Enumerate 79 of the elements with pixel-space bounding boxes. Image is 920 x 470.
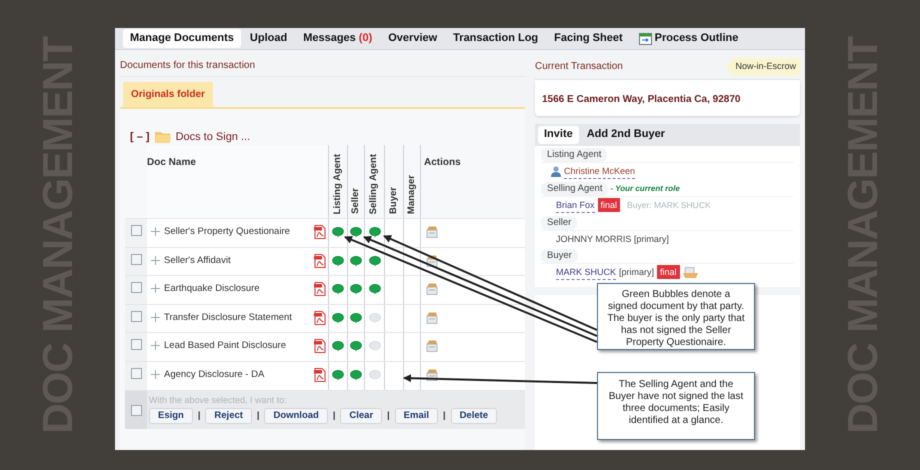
- action-button[interactable]: Clear: [340, 408, 382, 424]
- nav-tab[interactable]: Transaction Log: [446, 29, 546, 48]
- column-header: Buyer: [386, 187, 400, 214]
- open-box-icon[interactable]: [426, 368, 438, 381]
- open-box-icon[interactable]: [426, 254, 438, 267]
- section-title: Current Transaction: [535, 60, 623, 74]
- party-name-link[interactable]: Brian Fox: [556, 198, 595, 212]
- separator: |: [196, 409, 202, 422]
- pdf-file-icon[interactable]: [314, 225, 326, 239]
- action-button[interactable]: Download: [264, 408, 328, 424]
- final-badge: final: [657, 265, 680, 279]
- final-badge: final: [598, 198, 620, 212]
- checkbox[interactable]: [130, 404, 142, 416]
- primary-label: [primary]: [619, 266, 654, 279]
- panel-tab[interactable]: Add 2nd Buyer: [580, 126, 671, 144]
- nav-tab[interactable]: Messages (0): [296, 29, 380, 48]
- party-role: Buyer: [541, 248, 578, 262]
- column-header: Selling Agent: [367, 154, 380, 214]
- party-name-link[interactable]: MARK SHUCK: [556, 264, 616, 280]
- move-handle-icon[interactable]: [151, 227, 160, 236]
- current-role-note: - Your current role: [610, 182, 680, 194]
- separator: |: [442, 409, 447, 422]
- move-handle-icon[interactable]: [151, 370, 160, 379]
- checkbox[interactable]: [130, 310, 142, 322]
- column-header: Seller: [348, 188, 362, 214]
- document-name[interactable]: Seller's Property Questionaire: [164, 225, 290, 240]
- collapse-toggle[interactable]: [ – ]: [130, 128, 150, 146]
- section-title: Documents for this transaction: [120, 58, 525, 77]
- nav-tab[interactable]: Manage Documents: [123, 29, 241, 48]
- folder-icon: [154, 131, 171, 143]
- separator: |: [332, 409, 336, 422]
- party-role: Selling Agent: [541, 182, 608, 196]
- document-name[interactable]: Lead Based Paint Disclosure: [164, 339, 286, 354]
- callout-box: The Selling Agent and the Buyer have not signed the last three documents; Easily identified at a glance.: [597, 372, 755, 440]
- document-name[interactable]: Agency Disclosure - DA: [164, 368, 264, 382]
- group-title: Docs to Sign ...: [176, 130, 250, 145]
- document-name[interactable]: Seller's Affidavit: [164, 254, 231, 268]
- party-name-link[interactable]: Christine McKeen: [564, 164, 636, 178]
- column-header: Doc Name: [147, 157, 196, 168]
- nav-tab[interactable]: Upload: [242, 29, 294, 48]
- nav-tab[interactable]: Process Outline: [632, 29, 746, 48]
- document-name[interactable]: Transfer Disclosure Statement: [164, 310, 292, 326]
- status-badge: Now-in-Escrow: [725, 58, 800, 76]
- party-name: JOHNNY MORRIS [primary]: [556, 232, 669, 246]
- pdf-file-icon[interactable]: [314, 282, 326, 296]
- column-header: Listing Agent: [330, 154, 344, 214]
- linked-buyer: Buyer: MARK SHUCK: [627, 199, 711, 212]
- checkbox[interactable]: [130, 225, 142, 236]
- checkbox[interactable]: [130, 254, 142, 265]
- action-button[interactable]: Email: [394, 408, 438, 424]
- message-count: (0): [358, 31, 372, 46]
- panel-tab[interactable]: Invite: [538, 126, 579, 144]
- nav-tab[interactable]: Facing Sheet: [547, 29, 630, 48]
- party-role: Seller: [541, 216, 578, 230]
- document-name[interactable]: Earthquake Disclosure: [164, 282, 260, 296]
- checkbox[interactable]: [130, 368, 142, 379]
- party-role: Listing Agent: [541, 148, 608, 162]
- pdf-file-icon[interactable]: [314, 254, 326, 268]
- separator: |: [386, 409, 391, 422]
- bulk-action-label: With the above selected, I want to:: [149, 394, 288, 407]
- move-handle-icon[interactable]: [151, 312, 160, 322]
- action-button[interactable]: Esign: [149, 408, 193, 424]
- move-handle-icon[interactable]: [151, 341, 160, 350]
- move-handle-icon[interactable]: [151, 256, 160, 265]
- move-handle-icon[interactable]: [151, 284, 160, 294]
- separator: |: [256, 409, 260, 422]
- column-header: Manager: [404, 174, 418, 214]
- checkbox[interactable]: [130, 339, 142, 350]
- callout-box: Green Bubbles denote a signed document by that party. The buyer is the only party that has not signed the Seller Property Questionaire.: [597, 283, 755, 350]
- pdf-file-icon[interactable]: [314, 339, 326, 354]
- nav-tab[interactable]: Overview: [381, 29, 444, 48]
- action-button[interactable]: Delete: [450, 408, 498, 424]
- column-header: Actions: [424, 157, 461, 168]
- pdf-file-icon[interactable]: [314, 310, 326, 325]
- folder-tab[interactable]: Originals folder: [123, 82, 213, 107]
- property-address: 1566 E Cameron Way, Placentia Ca, 92870: [542, 94, 740, 104]
- pdf-file-icon[interactable]: [314, 368, 326, 382]
- checkbox[interactable]: [130, 282, 142, 294]
- action-button[interactable]: Reject: [205, 408, 252, 424]
